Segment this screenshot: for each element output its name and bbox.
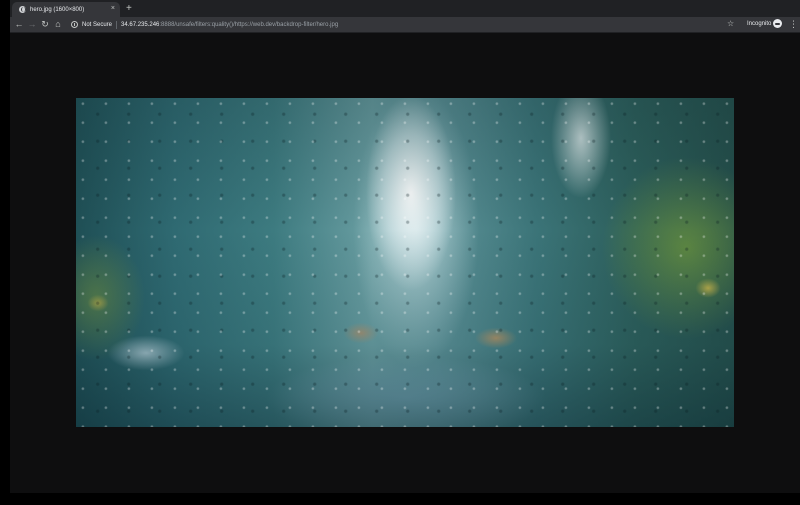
incognito-label: Incognito [747,21,772,27]
new-tab-button[interactable]: + [126,3,132,14]
incognito-icon[interactable] [773,19,782,28]
globe-icon [19,6,26,13]
page-viewport [10,33,800,493]
url-host[interactable]: 34.67.235.246 [121,22,159,28]
security-status[interactable]: Not Secure [82,22,112,28]
hero-image [76,98,734,427]
address-bar[interactable]: Not Secure 34.67.235.246 :8888/unsafe/fi… [67,18,737,31]
tab-hero-jpg[interactable]: hero.jpg (1600×800) × [12,2,120,17]
close-tab-icon[interactable]: × [111,5,115,13]
browser-menu-icon[interactable]: ⋮ [789,18,798,30]
info-icon[interactable] [71,21,78,28]
bookmark-star-icon[interactable]: ☆ [727,18,734,30]
back-button[interactable]: ← [13,18,25,30]
forward-button[interactable]: → [26,18,38,30]
home-button[interactable]: ⌂ [52,18,64,30]
reload-button[interactable]: ↻ [39,18,51,30]
browser-window: hero.jpg (1600×800) × + ← → ↻ ⌂ Not Secu… [10,0,800,493]
omnibox-divider [116,20,118,29]
url-path[interactable]: :8888/unsafe/filters:quality()/https://w… [159,22,338,28]
tab-strip: hero.jpg (1600×800) × + [10,0,800,17]
browser-toolbar: ← → ↻ ⌂ Not Secure 34.67.235.246 :8888/u… [10,17,800,33]
tab-title: hero.jpg (1600×800) [30,6,85,13]
